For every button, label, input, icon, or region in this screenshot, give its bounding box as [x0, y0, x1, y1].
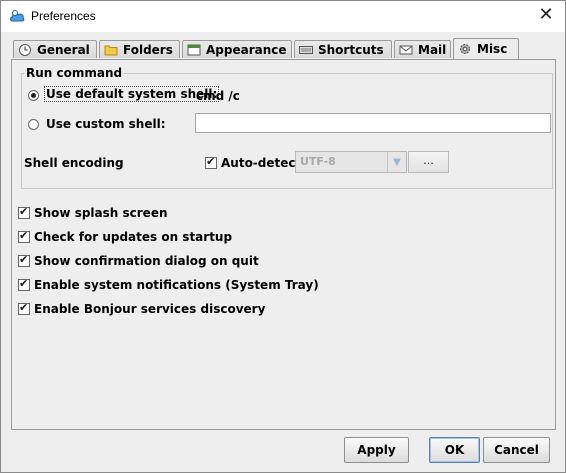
tab-folders[interactable]: Folders: [99, 40, 180, 58]
encoding-select: UTF-8 ▼: [295, 151, 407, 173]
window-title: Preferences: [31, 9, 96, 23]
apply-button[interactable]: Apply: [344, 437, 409, 463]
tab-mail[interactable]: Mail: [394, 40, 451, 58]
tab-label: Folders: [123, 42, 173, 57]
default-shell-radio[interactable]: [28, 90, 39, 101]
tab-appearance[interactable]: Appearance: [182, 40, 292, 58]
title-bar: Preferences ✕: [1, 1, 565, 32]
chevron-down-icon: ▼: [387, 152, 406, 172]
tab-general[interactable]: General: [13, 40, 97, 58]
splash-screen-checkbox[interactable]: [18, 205, 30, 219]
tab-label: Mail: [418, 42, 447, 57]
auto-detect-checkbox[interactable]: [205, 155, 217, 169]
folder-icon: [104, 43, 118, 57]
default-shell-value: cmd /c: [196, 89, 240, 103]
encoding-browse-button[interactable]: ...: [408, 151, 449, 173]
clock-icon: [18, 43, 32, 57]
auto-detect-label[interactable]: Auto-detect: [221, 156, 301, 170]
gear-icon: [458, 42, 472, 56]
tab-misc[interactable]: Misc: [453, 38, 519, 59]
confirm-quit-checkbox[interactable]: [18, 253, 30, 267]
ok-button[interactable]: OK: [429, 437, 480, 463]
custom-shell-input[interactable]: [195, 113, 551, 133]
tab-shortcuts[interactable]: Shortcuts: [294, 40, 392, 58]
system-notifications-label[interactable]: Enable system notifications (System Tray…: [34, 278, 319, 292]
run-command-group: Run command Use default system shell: cm…: [21, 66, 553, 189]
default-shell-label[interactable]: Use default system shell:: [44, 86, 220, 102]
misc-panel: Run command Use default system shell: cm…: [11, 59, 556, 430]
group-title: Run command: [25, 66, 124, 80]
splash-screen-label[interactable]: Show splash screen: [34, 206, 168, 220]
tab-label: Misc: [477, 42, 508, 56]
keyboard-icon: [299, 43, 313, 57]
tab-label: Shortcuts: [318, 42, 384, 57]
system-notifications-checkbox[interactable]: [18, 277, 30, 291]
close-icon[interactable]: ✕: [537, 6, 555, 24]
envelope-icon: [399, 43, 413, 57]
confirm-quit-label[interactable]: Show confirmation dialog on quit: [34, 254, 259, 268]
cancel-button[interactable]: Cancel: [483, 437, 550, 463]
tab-label: Appearance: [206, 42, 287, 57]
bonjour-label[interactable]: Enable Bonjour services discovery: [34, 302, 265, 316]
check-updates-checkbox[interactable]: [18, 229, 30, 243]
preferences-window: Preferences ✕ General Folders Appearance: [0, 0, 566, 473]
custom-shell-radio[interactable]: [28, 119, 39, 130]
custom-shell-label[interactable]: Use custom shell:: [46, 117, 166, 131]
app-icon: [9, 8, 25, 24]
encoding-value: UTF-8: [300, 155, 336, 168]
check-updates-label[interactable]: Check for updates on startup: [34, 230, 232, 244]
tab-label: General: [37, 42, 90, 57]
window-icon: [187, 43, 201, 57]
bonjour-checkbox[interactable]: [18, 301, 30, 315]
shell-encoding-label: Shell encoding: [24, 156, 124, 170]
